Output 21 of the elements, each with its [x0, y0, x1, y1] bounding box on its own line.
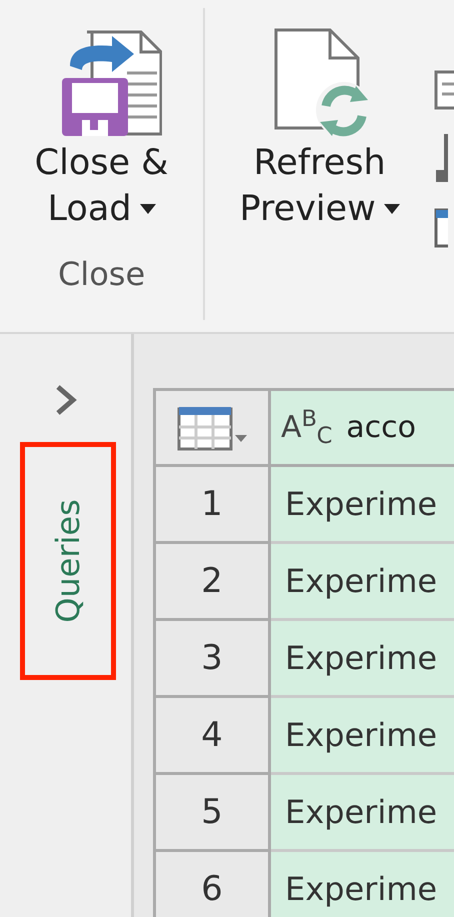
table-menu-button[interactable] — [156, 391, 271, 467]
table-icon — [177, 404, 247, 450]
table-cell: Experime — [271, 775, 454, 852]
column-header: acco — [346, 409, 416, 447]
table-cell: Experime — [271, 852, 454, 917]
table-icon — [434, 208, 448, 248]
table-cell: Experime — [271, 698, 454, 775]
table-cell: Experime — [271, 467, 454, 544]
queries-tab[interactable]: Queries — [20, 442, 116, 680]
close-and-load-button[interactable]: Close & Load — [30, 28, 172, 232]
row-number: 2 — [156, 544, 271, 621]
table-cell: Experime — [271, 544, 454, 621]
group-label: Close — [58, 254, 146, 295]
row-number: 3 — [156, 621, 271, 698]
refresh-preview-button[interactable]: Refresh Preview — [235, 28, 404, 232]
row-number: 4 — [156, 698, 271, 775]
row-number: 1 — [156, 467, 271, 544]
column-header-cell[interactable]: A$^{B}$$_{C}$ acco — [271, 391, 454, 467]
table-cell: Experime — [271, 621, 454, 698]
expand-chevron-icon[interactable] — [54, 384, 76, 416]
row-number: 5 — [156, 775, 271, 852]
